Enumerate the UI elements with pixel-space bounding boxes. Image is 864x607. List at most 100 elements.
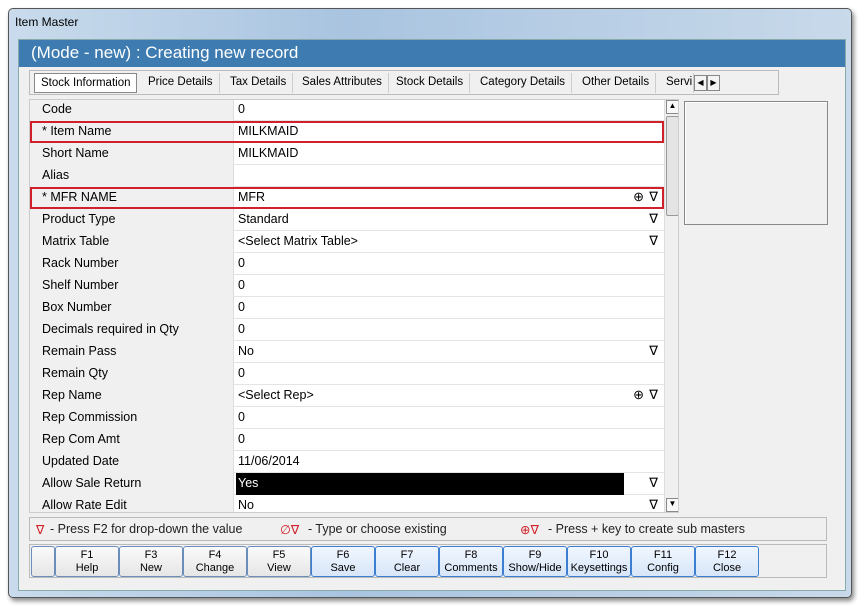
key-label: F8 [464,549,478,561]
tab-stock-details[interactable]: Stock Details [390,73,471,93]
field-label: Product Type [30,209,234,231]
field-row[interactable]: Rep Name <Select Rep> ⊕ ∇ [30,385,664,407]
field-row[interactable]: Rack Number 0 [30,253,664,275]
function-key-bar: F1 Help F3 New F4 Change F5 View F6 Save F7 Clear F8… [29,544,827,578]
dropdown-icon[interactable]: ∇ [649,387,658,403]
dropdown-icon[interactable]: ∇ [649,343,658,359]
config-button[interactable]: F11 Config [631,546,695,577]
tab-scroll-left-icon[interactable]: ◀ [694,75,707,91]
field-row[interactable]: Allow Rate Edit No ∇ [30,495,664,512]
field-value[interactable]: <Select Rep> [236,385,660,407]
button-label: View [267,562,291,574]
field-value[interactable]: 0 [236,253,660,275]
field-label: Rep Com Amt [30,429,234,451]
key-label: F10 [589,549,609,561]
button-label: New [139,562,162,574]
field-row[interactable]: Rep Commission 0 [30,407,664,429]
dropdown-icon[interactable]: ∇ [649,211,658,227]
field-row[interactable]: Alias [30,165,664,187]
field-value[interactable]: No [236,341,660,363]
dropdown-icon[interactable]: ∇ [649,233,658,249]
field-value[interactable] [236,165,660,187]
field-value[interactable]: Yes [236,473,624,495]
item-master-window: Item Master (Mode - new) : Creating new … [8,8,852,598]
key-label: F5 [272,549,286,561]
dropdown-icon[interactable]: ∇ [649,475,658,491]
scroll-down-icon[interactable]: ▼ [666,498,678,512]
field-row[interactable]: Remain Pass No ∇ [30,341,664,363]
field-row[interactable]: Code 0 [30,100,664,121]
dropdown-icon[interactable]: ∇ [649,497,658,512]
field-value[interactable]: 0 [236,363,660,385]
field-value[interactable]: <Select Matrix Table> [236,231,660,253]
field-row[interactable]: Shelf Number 0 [30,275,664,297]
field-value[interactable]: 0 [236,297,660,319]
field-value[interactable]: No [236,495,660,512]
vertical-scrollbar[interactable]: ▲ ▼ [664,100,678,512]
field-value[interactable]: 0 [236,407,660,429]
field-label: Rep Name [30,385,234,407]
field-row[interactable]: Remain Qty 0 [30,363,664,385]
tab-tax-details[interactable]: Tax Details [224,73,294,93]
key-label: F6 [336,549,350,561]
button-label: Config [647,562,679,574]
field-label: Decimals required in Qty [30,319,234,341]
field-row[interactable]: Short Name MILKMAID [30,143,664,165]
field-row[interactable]: * Item Name MILKMAID [30,121,664,143]
key-label: F11 [653,549,673,561]
button-label: Comments [444,562,498,574]
tab-price-details[interactable]: Price Details [142,73,220,93]
plus-legend-text: - Press + key to create sub masters [548,522,745,536]
button-label: Change [195,562,235,574]
tab-servi[interactable]: Servi [660,73,694,93]
field-label: Rep Commission [30,407,234,429]
field-value[interactable]: Standard [236,209,660,231]
field-value[interactable]: MILKMAID [236,143,660,165]
key-label: F4 [208,549,222,561]
button-label: Save [330,562,356,574]
save-button[interactable]: F6 Save [311,546,375,577]
show-hide-button[interactable]: F9 Show/Hide [503,546,567,577]
field-row[interactable]: Rep Com Amt 0 [30,429,664,451]
field-row[interactable]: Box Number 0 [30,297,664,319]
scroll-up-icon[interactable]: ▲ [666,100,678,114]
help-button[interactable]: F1 Help [55,546,119,577]
key-label: F1 [80,549,94,561]
field-label: Matrix Table [30,231,234,253]
field-row[interactable]: * MFR NAME MFR ⊕ ∇ [30,187,664,209]
field-row[interactable]: Product Type Standard ∇ [30,209,664,231]
blank-button[interactable] [31,546,55,577]
tab-sales-attributes[interactable]: Sales Attributes [296,73,389,93]
view-button[interactable]: F5 View [247,546,311,577]
tab-strip: ◀ ▶ Stock Information Price Details Tax De… [29,70,779,95]
field-label: Remain Pass [30,341,234,363]
field-value[interactable]: 0 [236,100,660,121]
mode-header: (Mode - new) : Creating new record [19,40,845,67]
close-button[interactable]: F12 Close [695,546,759,577]
item-image-box[interactable] [684,101,828,225]
change-button[interactable]: F4 Change [183,546,247,577]
key-label: F12 [717,549,737,561]
tab-other-details[interactable]: Other Details [576,73,657,93]
comments-button[interactable]: F8 Comments [439,546,503,577]
field-row[interactable]: Allow Sale Return Yes ∇ [30,473,664,495]
field-value[interactable]: 0 [236,429,660,451]
field-value[interactable]: 11/06/2014 [236,451,660,473]
button-label: Keysettings [570,562,628,574]
field-row[interactable]: Matrix Table <Select Matrix Table> ∇ [30,231,664,253]
add-sub-master-icon[interactable]: ⊕ [633,387,644,403]
new-button[interactable]: F3 New [119,546,183,577]
clear-button[interactable]: F7 Clear [375,546,439,577]
tab-category-details[interactable]: Category Details [474,73,573,93]
field-label: Shelf Number [30,275,234,297]
scroll-thumb[interactable] [666,116,678,216]
field-value[interactable]: 0 [236,275,660,297]
key-label: F3 [144,549,158,561]
field-row[interactable]: Decimals required in Qty 0 [30,319,664,341]
field-value[interactable]: 0 [236,319,660,341]
tab-stock-information[interactable]: Stock Information [34,73,138,93]
field-label: Rack Number [30,253,234,275]
keysettings-button[interactable]: F10 Keysettings [567,546,631,577]
tab-scroll-right-icon[interactable]: ▶ [707,75,720,91]
field-row[interactable]: Updated Date 11/06/2014 [30,451,664,473]
